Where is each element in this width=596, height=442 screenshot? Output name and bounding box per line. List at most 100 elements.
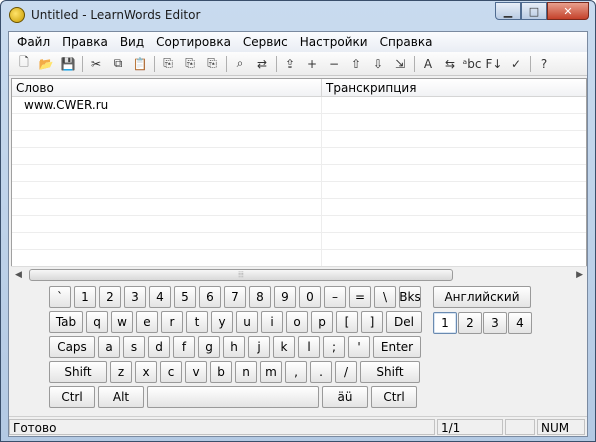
cell-word[interactable] [12,233,322,250]
column-header-transcription[interactable]: Транскрипция [322,79,416,97]
key[interactable]: 2 [99,286,121,308]
key[interactable]: x [135,361,157,383]
key[interactable]: , [285,361,307,383]
copy-icon[interactable]: ⧉ [107,53,129,75]
key[interactable]: q [86,311,108,333]
key[interactable]: . [310,361,332,383]
key[interactable]: / [335,361,357,383]
key[interactable]: Del [386,311,422,333]
menu-item-4[interactable]: Сервис [237,32,294,52]
menu-item-6[interactable]: Справка [374,32,439,52]
key[interactable]: d [148,336,170,358]
cell-transcription[interactable] [322,131,586,148]
key[interactable]: s [123,336,145,358]
cell-transcription[interactable] [322,165,586,182]
scroll-thumb[interactable]: ⦙⦙⦙ [29,269,453,281]
import-icon[interactable]: ⇪ [279,53,301,75]
key[interactable]: Bks [399,286,421,308]
key[interactable]: o [286,311,308,333]
move-down-icon[interactable]: ⇩ [367,53,389,75]
paste-icon[interactable]: 📋 [129,53,151,75]
key[interactable]: \ [374,286,396,308]
key[interactable]: m [260,361,282,383]
key[interactable]: Ctrl [49,386,95,408]
key[interactable]: b [210,361,232,383]
insert-multi-icon[interactable]: ⎘ [201,53,223,75]
key[interactable]: ; [323,336,345,358]
key[interactable]: Caps [49,336,95,358]
cell-word[interactable] [12,182,322,199]
table-row[interactable] [12,250,586,267]
menu-item-3[interactable]: Сортировка [150,32,237,52]
key[interactable]: y [211,311,233,333]
table-row[interactable] [12,165,586,182]
menu-item-5[interactable]: Настройки [294,32,374,52]
key[interactable]: e [136,311,158,333]
cell-word[interactable] [12,250,322,267]
key[interactable]: Ctrl [371,386,417,408]
find-icon[interactable]: ⌕ [229,53,251,75]
cell-transcription[interactable] [322,97,586,114]
key[interactable]: 3 [124,286,146,308]
table-row[interactable] [12,131,586,148]
key[interactable]: 5 [174,286,196,308]
cell-word[interactable]: www.CWER.ru [12,97,322,114]
scroll-right-icon[interactable]: ▶ [576,270,583,280]
cell-transcription[interactable] [322,250,586,267]
title-bar[interactable]: Untitled - LearnWords Editor ▁ □ ✕ [1,1,595,31]
key[interactable]: äü [322,386,368,408]
cell-word[interactable] [12,199,322,216]
key[interactable]: f [173,336,195,358]
key[interactable]: h [223,336,245,358]
key[interactable]: 0 [299,286,321,308]
table-row[interactable] [12,114,586,131]
cell-transcription[interactable] [322,182,586,199]
word-grid[interactable]: Слово Транскрипция www.CWER.ru [11,78,587,270]
cell-word[interactable] [12,114,322,131]
cut-icon[interactable]: ✂ [85,53,107,75]
key[interactable]: Shift [49,361,107,383]
menu-item-1[interactable]: Правка [56,32,114,52]
key[interactable]: r [161,311,183,333]
key[interactable]: l [298,336,320,358]
key[interactable]: v [185,361,207,383]
check-icon[interactable]: ✓ [505,53,527,75]
add-icon[interactable]: + [301,53,323,75]
save-icon[interactable]: 💾 [57,53,79,75]
key[interactable]: t [186,311,208,333]
sort-icon[interactable]: F↓ [483,53,505,75]
new-doc-icon[interactable]: 🗋 [13,53,35,75]
key[interactable]: j [248,336,270,358]
key[interactable]: z [110,361,132,383]
key[interactable]: ` [49,286,71,308]
key[interactable]: i [261,311,283,333]
layout-number-key[interactable]: 4 [508,312,532,334]
column-header-word[interactable]: Слово [12,79,322,97]
help-icon[interactable]: ? [533,53,555,75]
minimize-button[interactable]: ▁ [495,2,521,20]
replace-icon[interactable]: ⇄ [251,53,273,75]
key[interactable]: u [236,311,258,333]
cell-word[interactable] [12,148,322,165]
table-row[interactable] [12,199,586,216]
key[interactable]: c [160,361,182,383]
key[interactable]: p [311,311,333,333]
horizontal-scrollbar[interactable]: ◀ ⦙⦙⦙ ▶ [11,266,587,283]
key[interactable]: a [98,336,120,358]
move-up-icon[interactable]: ⇧ [345,53,367,75]
insert-rows-icon[interactable]: ⎘ [179,53,201,75]
cell-transcription[interactable] [322,148,586,165]
menu-item-0[interactable]: Файл [11,32,56,52]
layout-number-key[interactable]: 3 [483,312,507,334]
scroll-left-icon[interactable]: ◀ [15,270,22,280]
key[interactable]: Alt [98,386,144,408]
insert-row-icon[interactable]: ⎘ [157,53,179,75]
export-icon[interactable]: ⇲ [389,53,411,75]
key[interactable]: Enter [373,336,421,358]
key[interactable]: 6 [199,286,221,308]
table-row[interactable]: www.CWER.ru [12,97,586,114]
key[interactable]: ' [348,336,370,358]
key[interactable]: n [235,361,257,383]
font-icon[interactable]: A [417,53,439,75]
key[interactable]: – [324,286,346,308]
